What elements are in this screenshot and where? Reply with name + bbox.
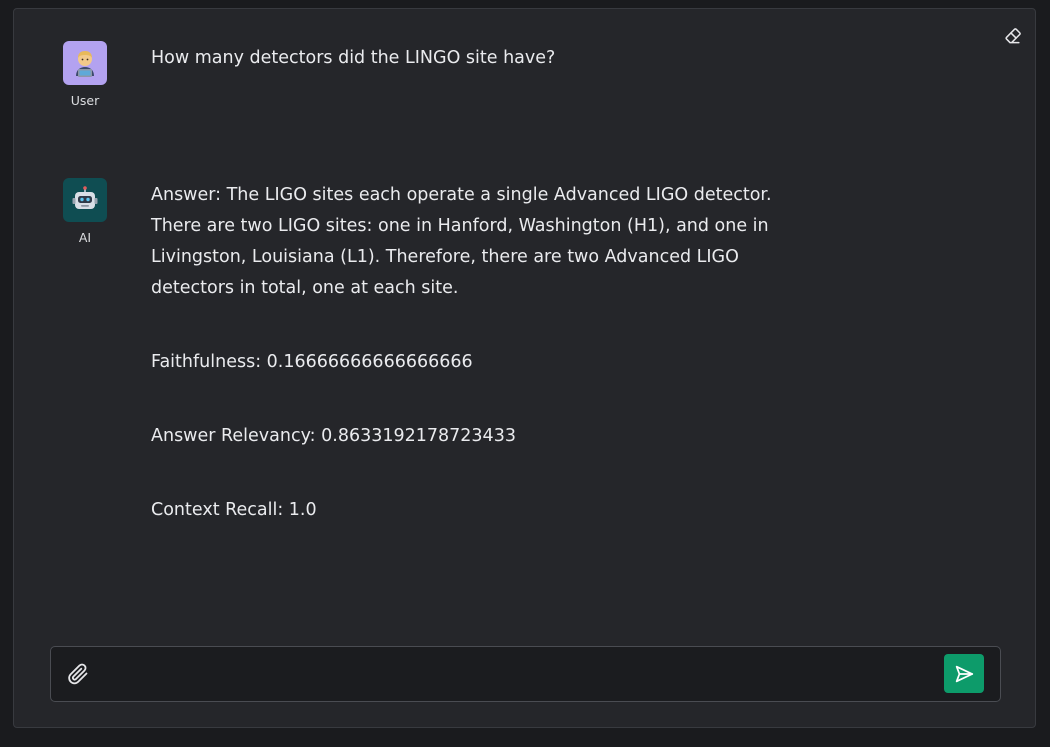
user-role-label: User: [70, 93, 100, 108]
robot-emoji-icon: [72, 186, 98, 209]
ai-role-label: AI: [78, 230, 92, 245]
avatar: [63, 178, 107, 222]
message-line: How many detectors did the LINGO site ha…: [151, 48, 556, 68]
attach-file-button[interactable]: [63, 659, 93, 689]
user-avatar-column: User: [50, 41, 120, 108]
ai-avatar-column: AI: [50, 178, 120, 245]
message-line: Faithfulness: 0.16666666666666666: [151, 352, 473, 372]
ai-message-text: Answer: The LIGO sites each operate a si…: [151, 180, 811, 526]
message-input[interactable]: [107, 657, 931, 693]
technologist-emoji-icon: [76, 51, 94, 77]
message-line: Context Recall: 1.0: [151, 500, 317, 520]
message-composer: [50, 646, 1001, 702]
user-message-text: How many detectors did the LINGO site ha…: [151, 43, 811, 74]
avatar: [63, 41, 107, 85]
clear-chat-button[interactable]: [1001, 24, 1025, 48]
paperclip-icon: [68, 663, 88, 685]
chat-panel: User How many detectors did the LINGO si…: [13, 8, 1036, 728]
eraser-icon: [1005, 28, 1021, 44]
message-line: Answer Relevancy: 0.8633192178723433: [151, 426, 516, 446]
send-icon: [955, 665, 974, 682]
message-line: Answer: The LIGO sites each operate a si…: [151, 185, 772, 298]
send-button[interactable]: [944, 654, 984, 693]
